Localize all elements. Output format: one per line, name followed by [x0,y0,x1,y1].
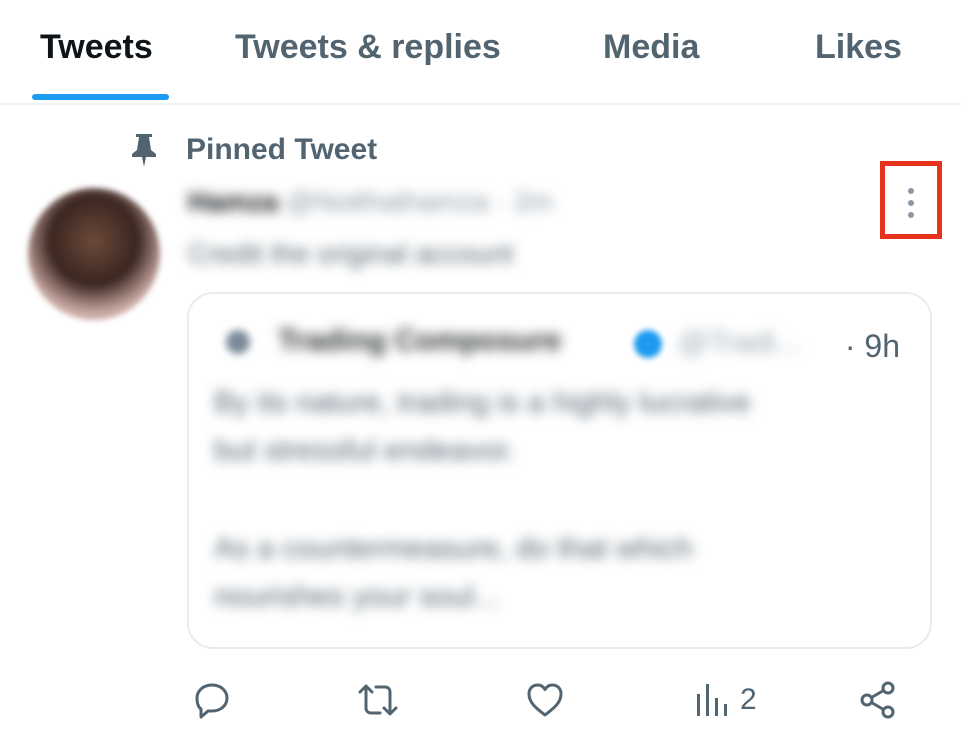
quoted-author-name: Trading Composure [278,324,562,357]
quoted-avatar [226,330,250,354]
author-name[interactable]: Hamza [188,186,278,217]
tab-likes[interactable]: Likes [815,28,902,67]
author-handle-time: @Notthathamza · 2m [286,186,553,217]
share-button[interactable] [858,678,898,722]
quoted-timestamp: · 9h [844,328,900,364]
tweet-action-bar: 2 [188,678,908,722]
avatar[interactable] [28,188,160,320]
reply-icon [195,683,229,719]
tab-tweets[interactable]: Tweets [40,28,153,67]
tweet-text: Credit the original account [188,238,514,269]
like-icon [527,683,563,717]
views-icon [697,684,727,716]
tab-media[interactable]: Media [603,28,699,67]
share-icon [860,681,895,719]
verified-badge-icon [634,330,662,358]
active-tab-indicator [32,94,169,100]
pinned-tweet-row: Pinned Tweet [128,130,377,170]
profile-tabs: Tweets Tweets & replies Media Likes [0,0,961,105]
like-button[interactable] [524,678,566,722]
tab-tweets-and-replies[interactable]: Tweets & replies [235,28,501,67]
pinned-label: Pinned Tweet [186,133,378,166]
retweet-button[interactable] [356,678,400,722]
quoted-text-line: nourishes your soul... [214,580,500,613]
views-count: 2 [740,683,757,716]
more-vertical-icon[interactable] [906,186,916,220]
reply-button[interactable] [192,678,232,722]
pin-icon [132,134,156,167]
tweet-author-line: Hamza @Notthathamza · 2m [188,186,553,218]
views-button[interactable]: 2 [694,678,757,722]
quoted-text-line: As a countermeasure, do that which [214,532,693,565]
quoted-text-line: By its nature, trading is a highly lucra… [214,386,751,419]
quoted-author-handle: @Tradi... [678,326,801,359]
quoted-text-line: but stressful endeavor. [214,434,516,467]
quoted-tweet-header: Trading Composure @Tradi... · 9h [226,322,906,366]
retweet-icon [358,684,398,716]
